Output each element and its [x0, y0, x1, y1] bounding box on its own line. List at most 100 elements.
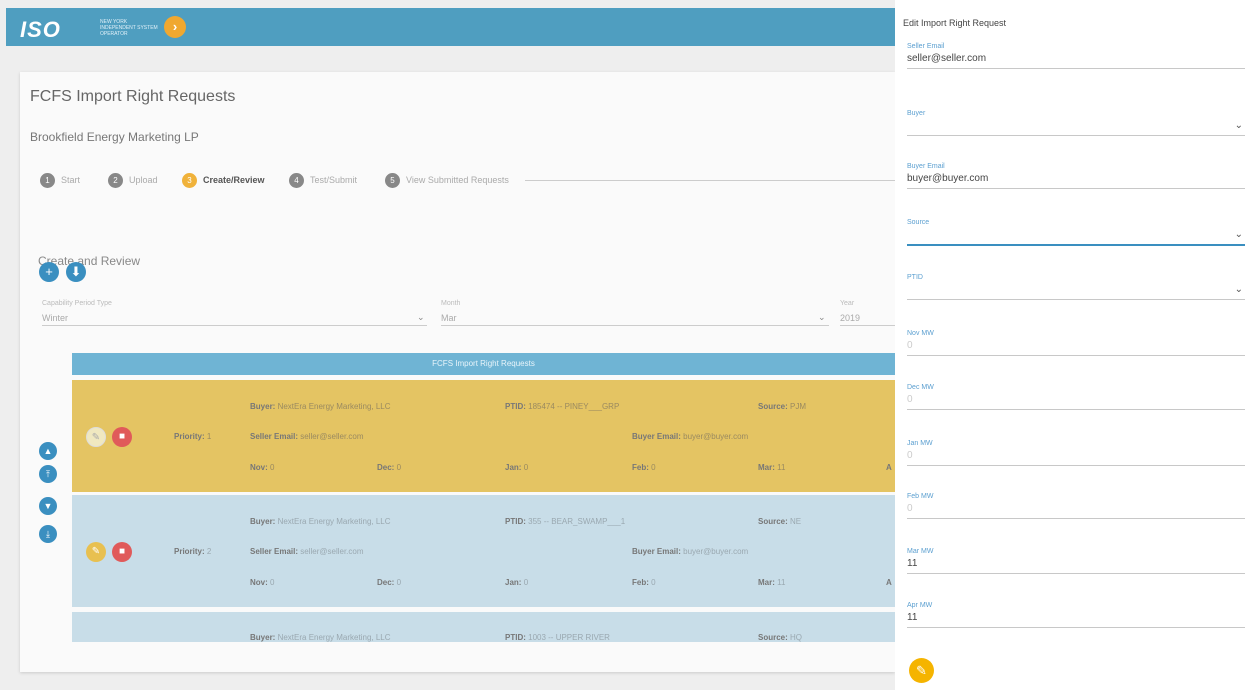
jan-mw-field[interactable]: Jan MW 0	[907, 440, 1245, 466]
dec-mw-field[interactable]: Dec MW 0	[907, 384, 1245, 410]
nov-mw-field[interactable]: Nov MW 0	[907, 330, 1245, 356]
field-value[interactable]: 11	[907, 612, 1245, 625]
step-label: Upload	[129, 175, 158, 185]
dec-cell: Dec: 0	[377, 578, 402, 587]
year-select[interactable]: 2019	[840, 313, 860, 323]
ptid-select[interactable]: PTID ⌄	[907, 274, 1245, 300]
step-start[interactable]: 1 Start	[40, 172, 80, 188]
step-number: 4	[289, 172, 304, 188]
edit-icon[interactable]: ✎	[86, 542, 106, 562]
chevron-down-icon[interactable]: ⌄	[1235, 229, 1243, 240]
step-number: 1	[40, 172, 55, 188]
source-select[interactable]: Source ⌄	[907, 219, 1245, 246]
buyer-cell: Buyer: NextEra Energy Marketing, LLC	[250, 402, 391, 411]
field-value[interactable]: 0	[907, 450, 1245, 463]
mar-cell: Mar: 11	[758, 578, 786, 587]
apr-mw-field[interactable]: Apr MW 11	[907, 602, 1245, 628]
field-value[interactable]: buyer@buyer.com	[907, 173, 1245, 186]
move-down-icon[interactable]: ▼	[39, 497, 57, 515]
field-underline	[907, 573, 1245, 574]
move-up-icon[interactable]: ▲	[39, 442, 57, 460]
seller-email-cell: Seller Email: seller@seller.com	[250, 432, 364, 441]
ptid-cell: PTID: 1003 -- UPPER RIVER	[505, 633, 610, 642]
ptid-cell: PTID: 355 -- BEAR_SWAMP___1	[505, 517, 626, 526]
nyiso-logo: ISO	[20, 17, 61, 42]
feb-cell: Feb: 0	[632, 463, 656, 472]
field-value[interactable]	[907, 120, 1245, 133]
field-underline	[907, 68, 1245, 69]
stepper: 1 Start 2 Upload 3 Create/Review 4 Test/…	[40, 172, 895, 188]
table-row[interactable]: Buyer: NextEra Energy Marketing, LLC PTI…	[72, 612, 895, 642]
move-bottom-icon[interactable]: ⤓	[39, 525, 57, 543]
chevron-down-icon[interactable]: ⌄	[1235, 284, 1243, 295]
chevron-down-icon[interactable]: ⌄	[1235, 120, 1243, 131]
step-label: Create/Review	[203, 175, 265, 185]
seller-email-field[interactable]: Seller Email seller@seller.com	[907, 43, 1245, 69]
panel-title: Edit Import Right Request	[903, 18, 1007, 28]
top-bar: ISO NEW YORK INDEPENDENT SYSTEM OPERATOR…	[6, 8, 895, 46]
field-label: Jan MW	[907, 440, 933, 447]
capability-select[interactable]: Winter	[42, 313, 68, 323]
mar-cell: Mar: 11	[758, 463, 786, 472]
delete-icon[interactable]: ■	[112, 427, 132, 447]
field-value[interactable]: 11	[907, 558, 1245, 571]
priority-cell: Priority: 2	[174, 547, 212, 556]
delete-icon[interactable]: ■	[112, 542, 132, 562]
field-underline	[907, 627, 1245, 628]
source-cell: Source: NE	[758, 517, 802, 526]
source-cell: Source: HQ	[758, 633, 803, 642]
nov-cell: Nov: 0	[250, 463, 275, 472]
buyer-email-field[interactable]: Buyer Email buyer@buyer.com	[907, 163, 1245, 189]
stepper-line	[525, 180, 895, 181]
nav-forward-button[interactable]: ›	[164, 16, 186, 38]
month-label: Month	[441, 300, 461, 307]
edit-save-button[interactable]: ✎	[909, 658, 934, 683]
step-test-submit[interactable]: 4 Test/Submit	[289, 172, 357, 188]
field-value[interactable]: 0	[907, 340, 1245, 353]
field-label: Apr MW	[907, 602, 933, 609]
field-underline	[907, 135, 1245, 136]
field-underline	[907, 355, 1245, 356]
field-label: Mar MW	[907, 548, 934, 555]
move-top-icon[interactable]: ⤒	[39, 465, 57, 483]
seller-email-cell: Seller Email: seller@seller.com	[250, 547, 364, 556]
buyer-cell: Buyer: NextEra Energy Marketing, LLC	[250, 517, 391, 526]
field-label: Source	[907, 219, 930, 226]
mar-mw-field[interactable]: Mar MW 11	[907, 548, 1245, 574]
field-value[interactable]: 0	[907, 394, 1245, 407]
field-value[interactable]	[907, 284, 1245, 297]
step-upload[interactable]: 2 Upload	[108, 172, 158, 188]
step-label: View Submitted Requests	[406, 175, 509, 185]
field-value[interactable]	[907, 229, 1245, 242]
download-button[interactable]: ⬇	[66, 262, 86, 282]
field-label: Feb MW	[907, 493, 934, 500]
step-view-submitted[interactable]: 5 View Submitted Requests	[385, 172, 509, 188]
edit-icon[interactable]: ✎	[86, 427, 106, 447]
step-number: 2	[108, 172, 123, 188]
table-row[interactable]: Buyer: NextEra Energy Marketing, LLC PTI…	[72, 495, 895, 607]
field-underline	[907, 518, 1245, 519]
table-row[interactable]: Buyer: NextEra Energy Marketing, LLC PTI…	[72, 380, 895, 492]
buyer-select[interactable]: Buyer ⌄	[907, 110, 1245, 136]
step-label: Test/Submit	[310, 175, 358, 185]
field-value[interactable]: 0	[907, 503, 1245, 516]
field-label: Dec MW	[907, 384, 934, 391]
feb-mw-field[interactable]: Feb MW 0	[907, 493, 1245, 519]
field-value[interactable]: seller@seller.com	[907, 53, 1245, 66]
month-select[interactable]: Mar	[441, 313, 457, 323]
step-create-review[interactable]: 3 Create/Review	[182, 172, 265, 188]
priority-cell: Priority: 1	[174, 432, 212, 441]
capability-label: Capability Period Type	[42, 300, 112, 307]
ptid-cell: PTID: 185474 -- PINEY___GRP	[505, 402, 620, 411]
month-underline	[441, 325, 829, 326]
add-button[interactable]: +	[39, 262, 59, 282]
step-number: 3	[182, 172, 197, 188]
step-label: Start	[61, 175, 81, 185]
table-title: FCFS Import Right Requests	[72, 353, 895, 375]
field-underline	[907, 409, 1245, 410]
apr-cell: A	[886, 463, 892, 472]
apr-cell: A	[886, 578, 892, 587]
buyer-email-cell: Buyer Email: buyer@buyer.com	[632, 432, 749, 441]
field-label: Seller Email	[907, 43, 945, 50]
source-cell: Source: PJM	[758, 402, 807, 411]
